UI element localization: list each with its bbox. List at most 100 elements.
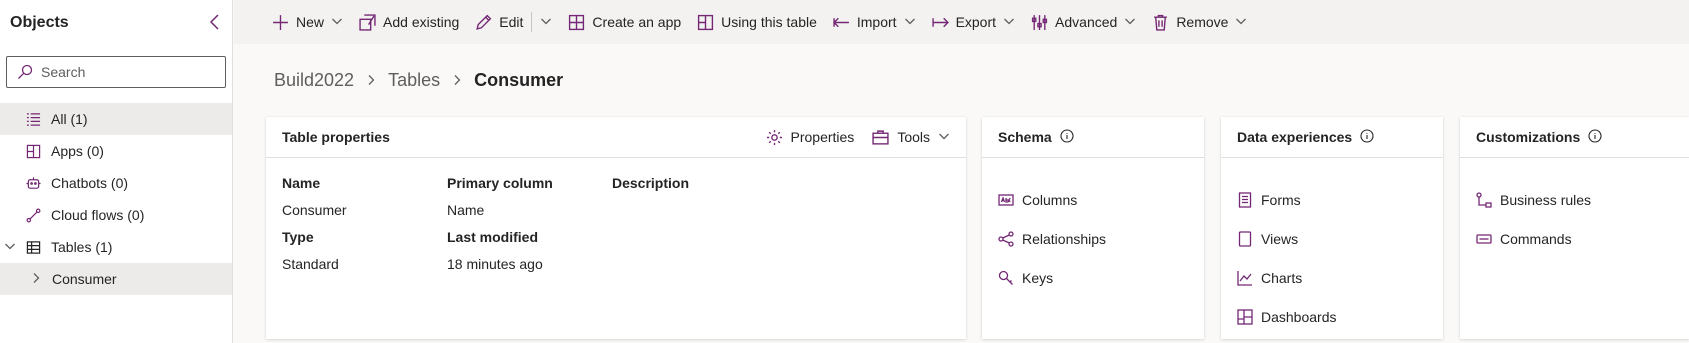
breadcrumb-tables[interactable]: Tables — [388, 70, 440, 91]
link-label: Keys — [1022, 269, 1054, 286]
tools-button[interactable]: Tools — [872, 129, 950, 146]
table-properties-card: Table properties Properties Tools Name P… — [266, 117, 966, 339]
sidebar-title: Objects — [10, 14, 69, 31]
customizations-links: Business rules Commands — [1460, 158, 1689, 258]
edit-dropdown-button[interactable] — [532, 0, 560, 44]
info-icon[interactable] — [1360, 128, 1374, 146]
schema-link-columns[interactable]: Columns — [998, 180, 1204, 219]
link-label: Views — [1261, 230, 1299, 247]
edit-button[interactable]: Edit — [467, 0, 531, 44]
chevron-down-icon[interactable] — [1003, 14, 1015, 30]
description-value — [612, 202, 812, 220]
pencil-icon — [475, 14, 492, 31]
remove-label: Remove — [1176, 14, 1229, 30]
card-header: Table properties Properties Tools — [266, 117, 966, 158]
sidebar-item-label: Chatbots (0) — [51, 175, 129, 191]
breadcrumb-build2022[interactable]: Build2022 — [274, 70, 354, 91]
key-icon — [998, 270, 1014, 286]
add-existing-icon — [359, 13, 376, 31]
sidebar-item-apps[interactable]: Apps (0) — [0, 135, 232, 167]
create-app-button[interactable]: Create an app — [560, 0, 689, 44]
link-label: Relationships — [1022, 230, 1107, 247]
add-existing-button[interactable]: Add existing — [351, 0, 467, 44]
data-link-forms[interactable]: Forms — [1237, 180, 1443, 219]
custom-link-commands[interactable]: Commands — [1476, 219, 1689, 258]
sidebar-item-cloud-flows[interactable]: Cloud flows (0) — [0, 199, 232, 231]
schema-links: Columns Relationships Keys — [982, 158, 1204, 297]
card-title: Schema — [998, 128, 1074, 146]
using-this-table-button[interactable]: Using this table — [689, 0, 825, 44]
properties-label: Properties — [790, 129, 855, 145]
search-input[interactable] — [41, 64, 211, 80]
sidebar-item-consumer[interactable]: Consumer — [0, 263, 232, 295]
sidebar-item-label: Apps (0) — [51, 143, 104, 159]
view-icon — [1237, 230, 1253, 247]
sidebar-item-tables[interactable]: Tables (1) — [0, 231, 232, 263]
card-header: Schema — [982, 117, 1204, 158]
command-bar: New Add existing Edit Create an app Usin… — [234, 0, 1689, 44]
sidebar-item-chatbots[interactable]: Chatbots (0) — [0, 167, 232, 199]
advanced-label: Advanced — [1055, 14, 1118, 30]
info-icon[interactable] — [1588, 128, 1602, 146]
collapse-sidebar-icon[interactable] — [208, 13, 222, 34]
flow-icon — [26, 208, 41, 223]
card-title: Table properties — [282, 129, 390, 145]
table-usage-icon — [697, 14, 714, 31]
sidebar-item-label: Tables (1) — [51, 239, 113, 255]
toolbox-icon — [872, 129, 889, 146]
chevron-down-icon[interactable] — [1124, 14, 1136, 30]
card-header: Customizations — [1460, 117, 1689, 158]
chevron-down-icon[interactable] — [904, 14, 916, 30]
sidebar-item-label: All (1) — [51, 111, 88, 127]
type-label: Type — [282, 229, 314, 245]
schema-link-keys[interactable]: Keys — [998, 258, 1204, 297]
import-label: Import — [856, 14, 897, 30]
primary-column-value: Name — [447, 202, 485, 218]
new-label: New — [296, 14, 325, 30]
primary-column-label: Primary column — [447, 175, 553, 191]
card-actions: Properties Tools — [766, 129, 951, 146]
apps-icon — [26, 144, 41, 159]
type-value: Standard — [282, 256, 339, 272]
remove-button[interactable]: Remove — [1144, 0, 1255, 44]
sidebar-header: Objects — [0, 0, 232, 46]
data-link-views[interactable]: Views — [1237, 219, 1443, 258]
sidebar-item-label: Consumer — [52, 271, 117, 287]
schema-link-relationships[interactable]: Relationships — [998, 219, 1204, 258]
form-icon — [1237, 191, 1253, 208]
custom-link-business-rules[interactable]: Business rules — [1476, 180, 1689, 219]
info-icon[interactable] — [1060, 128, 1074, 146]
data-experiences-card: Data experiences Forms Views Charts Dash… — [1221, 117, 1443, 339]
sidebar-item-all[interactable]: All (1) — [0, 103, 232, 135]
advanced-button[interactable]: Advanced — [1023, 0, 1144, 44]
export-button[interactable]: Export — [924, 0, 1023, 44]
chevron-down-icon — [540, 14, 552, 30]
data-link-dashboards[interactable]: Dashboards — [1237, 297, 1443, 336]
chevron-right-icon[interactable] — [30, 271, 42, 287]
import-button[interactable]: Import — [825, 0, 924, 44]
properties-button[interactable]: Properties — [766, 129, 855, 146]
chevron-right-icon — [452, 70, 462, 91]
business-rule-icon — [1476, 191, 1492, 208]
description-label: Description — [612, 175, 690, 191]
export-label: Export — [955, 14, 997, 30]
data-link-charts[interactable]: Charts — [1237, 258, 1443, 297]
chevron-down-icon[interactable] — [4, 239, 16, 255]
trash-icon — [1152, 14, 1169, 31]
name-label: Name — [282, 175, 321, 191]
breadcrumb: Build2022 Tables Consumer — [274, 70, 563, 91]
tools-label: Tools — [897, 129, 930, 145]
add-existing-label: Add existing — [383, 14, 460, 30]
objects-sidebar: Objects All (1) Apps (0) Chatbots (0) — [0, 0, 233, 343]
last-modified-value: 18 minutes ago — [447, 256, 543, 272]
last-modified-label: Last modified — [447, 229, 539, 245]
sidebar-search-box[interactable] — [6, 56, 226, 88]
data-experiences-title: Data experiences — [1237, 129, 1353, 145]
table-properties-grid: Name Primary column Description Consumer… — [266, 158, 966, 291]
create-app-label: Create an app — [592, 14, 682, 30]
link-label: Columns — [1022, 191, 1078, 208]
new-button[interactable]: New — [264, 0, 351, 44]
chevron-down-icon[interactable] — [1235, 14, 1247, 30]
chevron-down-icon[interactable] — [331, 14, 343, 30]
link-label: Business rules — [1500, 191, 1592, 208]
